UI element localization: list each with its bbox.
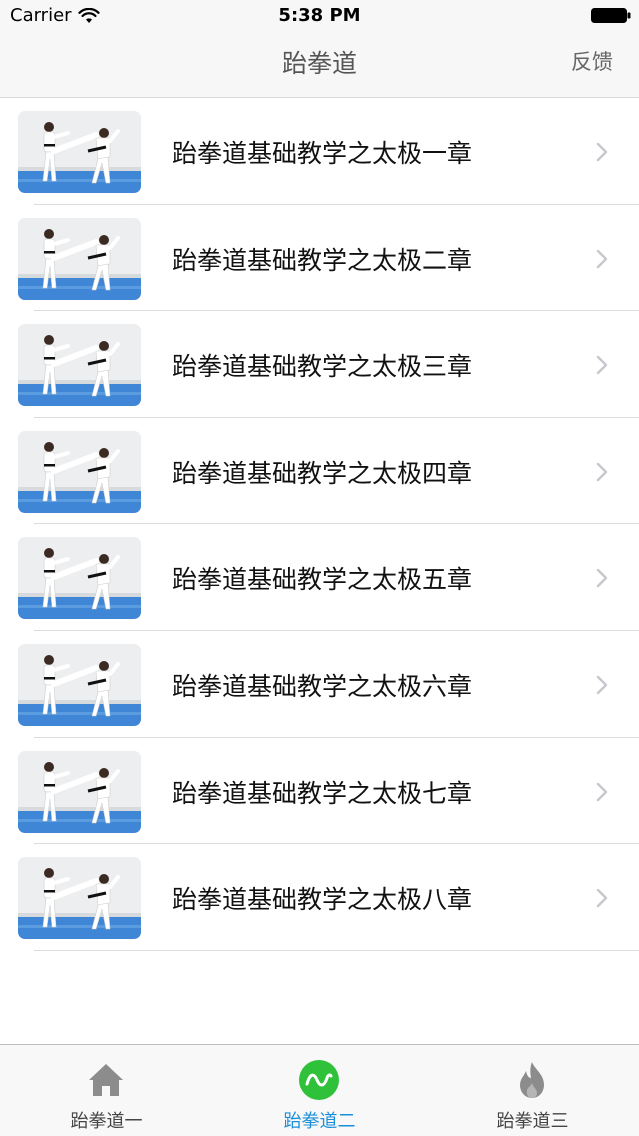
feedback-button[interactable]: 反馈 bbox=[571, 46, 613, 76]
lesson-thumbnail-image bbox=[18, 537, 141, 620]
chevron-right-icon bbox=[596, 355, 608, 375]
tab-label: 跆拳道三 bbox=[496, 1111, 569, 1132]
chevron-right-icon bbox=[596, 142, 608, 162]
lesson-title: 跆拳道基础教学之太极四章 bbox=[172, 458, 473, 488]
lesson-title: 跆拳道基础教学之太极一章 bbox=[172, 139, 473, 168]
lesson-thumbnail-image bbox=[18, 430, 141, 513]
tab-taekwondo-2[interactable]: 跆拳道二 bbox=[213, 1045, 426, 1136]
lesson-title: 跆拳道基础教学之太极二章 bbox=[172, 245, 473, 275]
flame-icon bbox=[520, 1062, 544, 1098]
page-title: 跆拳道 bbox=[281, 49, 357, 78]
lesson-thumbnail bbox=[18, 111, 141, 193]
chevron-right-icon bbox=[596, 888, 608, 908]
chevron-right-icon bbox=[596, 462, 608, 481]
status-bar: Carrier 5:38 PM bbox=[0, 0, 639, 32]
lesson-title: 跆拳道基础教学之太极七章 bbox=[172, 778, 473, 808]
home-icon bbox=[89, 1064, 123, 1096]
lesson-thumbnail-image bbox=[18, 324, 141, 407]
lesson-thumbnail bbox=[18, 857, 141, 940]
tab-taekwondo-3[interactable]: 跆拳道三 bbox=[426, 1045, 639, 1136]
lesson-thumbnail-image bbox=[18, 857, 141, 940]
lesson-title: 跆拳道基础教学之太极三章 bbox=[172, 352, 473, 382]
lesson-title: 跆拳道基础教学之太极五章 bbox=[172, 565, 473, 595]
lesson-title: 跆拳道基础教学之太极六章 bbox=[172, 671, 473, 701]
row-divider bbox=[34, 949, 639, 951]
list-item[interactable]: 跆拳道基础教学之太极八章 bbox=[0, 844, 639, 951]
list-item[interactable]: 跆拳道基础教学之太极七章 bbox=[0, 738, 639, 845]
lesson-thumbnail bbox=[18, 537, 141, 620]
lesson-thumbnail-image bbox=[18, 750, 141, 833]
tab-label: 跆拳道一 bbox=[70, 1111, 143, 1132]
lesson-thumbnail-image bbox=[18, 643, 141, 726]
list-item[interactable]: 跆拳道基础教学之太极三章 bbox=[0, 311, 639, 418]
lesson-thumbnail bbox=[18, 750, 141, 833]
wave-icon bbox=[299, 1060, 339, 1100]
chevron-right-icon bbox=[596, 675, 608, 695]
list-item[interactable]: 跆拳道基础教学之太极四章 bbox=[0, 418, 639, 525]
list-item[interactable]: 跆拳道基础教学之太极一章 bbox=[0, 98, 639, 205]
lesson-thumbnail bbox=[18, 324, 141, 407]
tab-label: 跆拳道二 bbox=[283, 1111, 356, 1132]
list-item[interactable]: 跆拳道基础教学之太极五章 bbox=[0, 524, 639, 631]
lesson-thumbnail bbox=[18, 643, 141, 726]
lesson-thumbnail bbox=[18, 430, 141, 513]
status-time: 5:38 PM bbox=[278, 5, 361, 26]
chevron-right-icon bbox=[596, 569, 608, 588]
chevron-right-icon bbox=[596, 782, 608, 801]
lesson-thumbnail bbox=[18, 217, 141, 300]
lesson-title: 跆拳道基础教学之太极八章 bbox=[172, 885, 473, 915]
lesson-thumbnail-image bbox=[18, 217, 141, 300]
list-item[interactable]: 跆拳道基础教学之太极二章 bbox=[0, 205, 639, 312]
battery-icon bbox=[591, 8, 631, 23]
tab-taekwondo-1[interactable]: 跆拳道一 bbox=[0, 1045, 213, 1136]
tab-bar: 跆拳道一 跆拳道二 跆拳道三 bbox=[0, 1044, 639, 1136]
chevron-right-icon bbox=[596, 249, 608, 268]
navigation-bar: 跆拳道 反馈 bbox=[0, 32, 639, 98]
lesson-list: 跆拳道基础教学之太极一章 跆拳道基础教学之太极二章 跆拳道基础教学之太极三章 跆… bbox=[0, 98, 639, 951]
list-item[interactable]: 跆拳道基础教学之太极六章 bbox=[0, 631, 639, 738]
lesson-thumbnail-image bbox=[18, 111, 141, 193]
